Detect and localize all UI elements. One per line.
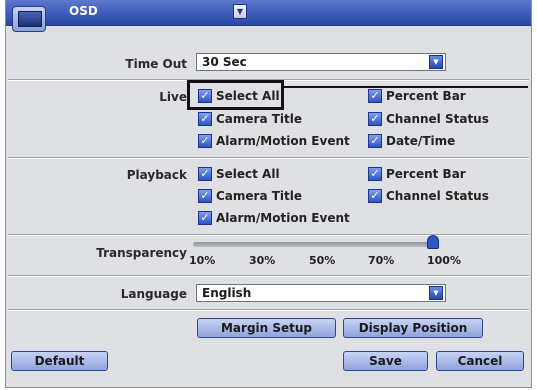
language-value: English bbox=[202, 286, 252, 300]
slider-tick: 50% bbox=[309, 254, 336, 267]
slider-tick: 10% bbox=[189, 254, 216, 267]
checkmark-icon: ✓ bbox=[368, 89, 382, 103]
checkbox-label: Camera Title bbox=[216, 189, 303, 203]
display-position-button[interactable]: Display Position bbox=[343, 318, 483, 338]
checkbox-label: Select All bbox=[216, 167, 280, 181]
checkmark-icon: ✓ bbox=[368, 134, 382, 148]
checkmark-icon: ✓ bbox=[198, 167, 212, 181]
transparency-label: Transparency bbox=[96, 246, 187, 260]
timeout-select[interactable]: 30 Sec ▼ bbox=[196, 53, 446, 71]
language-select[interactable]: English ▼ bbox=[196, 284, 446, 302]
cancel-button[interactable]: Cancel bbox=[436, 351, 524, 371]
checkbox-label: Percent Bar bbox=[386, 89, 466, 103]
checkbox-label: Channel Status bbox=[386, 112, 489, 126]
divider bbox=[8, 275, 529, 277]
timeout-label: Time Out bbox=[125, 57, 187, 71]
checkbox-label: Alarm/Motion Event bbox=[216, 134, 350, 148]
checkmark-icon: ✓ bbox=[368, 167, 382, 181]
menu-dropdown-button[interactable]: ▼ bbox=[233, 4, 247, 19]
chevron-down-icon: ▼ bbox=[236, 7, 244, 16]
playback-label: Playback bbox=[126, 168, 187, 182]
checkbox-label: Date/Time bbox=[386, 134, 456, 148]
live-label: Live bbox=[159, 90, 187, 104]
checkbox-label: Alarm/Motion Event bbox=[216, 211, 350, 225]
checkmark-icon: ✓ bbox=[198, 134, 212, 148]
slider-tick: 70% bbox=[368, 254, 395, 267]
transparency-slider-handle[interactable] bbox=[427, 235, 439, 249]
checkbox-label: Percent Bar bbox=[386, 167, 466, 181]
window-title: OSD bbox=[69, 4, 98, 18]
checkmark-icon: ✓ bbox=[368, 189, 382, 203]
chevron-down-icon: ▼ bbox=[429, 55, 443, 69]
timeout-value: 30 Sec bbox=[202, 55, 247, 69]
slider-tick: 100% bbox=[427, 254, 461, 267]
save-button[interactable]: Save bbox=[343, 351, 428, 371]
checkmark-icon: ✓ bbox=[198, 112, 212, 126]
transparency-slider-track[interactable] bbox=[193, 242, 433, 247]
checkmark-icon: ✓ bbox=[368, 112, 382, 126]
divider bbox=[8, 234, 529, 236]
checkbox-label: Camera Title bbox=[216, 112, 303, 126]
checkmark-icon: ✓ bbox=[198, 189, 212, 203]
divider bbox=[8, 157, 529, 159]
chevron-down-icon: ▼ bbox=[429, 286, 443, 300]
slider-tick: 30% bbox=[249, 254, 276, 267]
checkbox-label: Channel Status bbox=[386, 189, 489, 203]
language-label: Language bbox=[120, 287, 187, 301]
monitor-icon bbox=[12, 6, 46, 32]
divider bbox=[8, 309, 529, 311]
highlight-box bbox=[187, 80, 284, 110]
osd-dialog: OSD ▼ Time Out 30 Sec ▼ Live ✓ Select Al… bbox=[5, 0, 532, 388]
callout-line bbox=[284, 86, 528, 88]
default-button[interactable]: Default bbox=[11, 351, 108, 371]
margin-setup-button[interactable]: Margin Setup bbox=[197, 318, 336, 338]
checkmark-icon: ✓ bbox=[198, 211, 212, 225]
